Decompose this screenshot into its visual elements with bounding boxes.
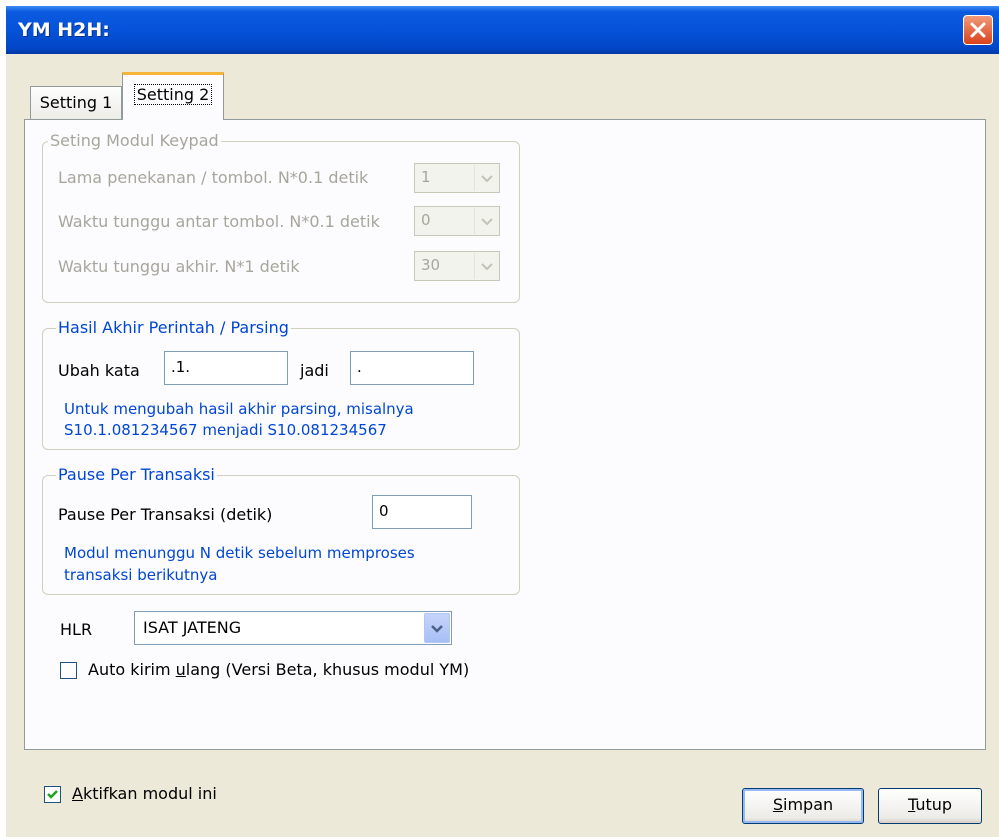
pause-label: Pause Per Transaksi (detik) — [58, 505, 273, 524]
pause-hint-line2: transaksi berikutnya — [64, 566, 218, 584]
auto-resend-label[interactable]: Auto kirim ulang (Versi Beta, khusus mod… — [88, 660, 469, 679]
final-wait-label: Waktu tunggu akhir. N*1 detik — [58, 257, 300, 276]
final-wait-value: 30 — [421, 256, 441, 274]
between-wait-select[interactable]: 0 — [414, 206, 500, 236]
parsing-group-legend: Hasil Akhir Perintah / Parsing — [56, 318, 291, 337]
save-button-accel: S — [772, 795, 783, 814]
save-button[interactable]: Simpan — [742, 788, 864, 824]
between-wait-dropdown-button[interactable] — [474, 208, 498, 234]
close-button-label: utup — [915, 795, 953, 814]
auto-resend-label-accel: u — [175, 660, 186, 679]
activate-module-label[interactable]: Aktifkan modul ini — [72, 784, 217, 803]
activate-label-accel: A — [72, 784, 83, 803]
press-duration-dropdown-button[interactable] — [474, 165, 498, 191]
final-wait-dropdown-button[interactable] — [474, 253, 498, 279]
auto-resend-checkbox[interactable] — [60, 662, 77, 679]
checkmark-icon — [47, 790, 58, 799]
auto-resend-label-post: lang (Versi Beta, khusus modul YM) — [185, 660, 470, 679]
chevron-down-icon — [481, 263, 493, 271]
title-bar[interactable]: YM H2H: — [6, 6, 999, 54]
between-wait-label: Waktu tunggu antar tombol. N*0.1 detik — [58, 212, 380, 231]
change-to-input[interactable]: . — [350, 351, 474, 385]
press-duration-label: Lama penekanan / tombol. N*0.1 detik — [58, 168, 369, 187]
press-duration-value: 1 — [421, 168, 431, 186]
tab-setting-2-label: Setting 2 — [133, 84, 213, 105]
final-wait-select[interactable]: 30 — [414, 251, 500, 281]
chevron-down-icon — [481, 175, 493, 183]
activate-label-post: ktifkan modul ini — [82, 784, 217, 803]
pause-input[interactable]: 0 — [372, 495, 472, 529]
parsing-hint-line2: S10.1.081234567 menjadi S10.081234567 — [64, 421, 387, 439]
save-button-label: impan — [783, 795, 834, 814]
pause-group-legend: Pause Per Transaksi — [56, 465, 217, 484]
chevron-down-icon — [431, 625, 443, 633]
hlr-dropdown-button[interactable] — [424, 613, 450, 643]
between-wait-value: 0 — [421, 211, 431, 229]
keypad-group-legend: Seting Modul Keypad — [48, 131, 221, 150]
hlr-label: HLR — [60, 620, 93, 639]
window-title: YM H2H: — [18, 19, 110, 41]
close-icon — [970, 22, 986, 38]
parsing-hint-line1: Untuk mengubah hasil akhir parsing, misa… — [64, 400, 414, 418]
auto-resend-label-pre: Auto kirim — [88, 660, 176, 679]
activate-module-checkbox[interactable] — [44, 786, 61, 803]
press-duration-select[interactable]: 1 — [414, 163, 500, 193]
chevron-down-icon — [481, 218, 493, 226]
tab-setting-1[interactable]: Setting 1 — [30, 86, 122, 120]
hlr-select[interactable]: ISAT JATENG — [134, 611, 452, 645]
tab-setting-2[interactable]: Setting 2 — [122, 72, 224, 120]
tab-setting-1-label: Setting 1 — [39, 93, 113, 112]
hlr-value: ISAT JATENG — [143, 618, 242, 637]
pause-hint-line1: Modul menunggu N detik sebelum memproses — [64, 544, 415, 562]
change-from-input[interactable]: .1. — [164, 351, 288, 385]
close-button[interactable] — [963, 15, 993, 45]
to-label: jadi — [300, 361, 329, 380]
change-word-label: Ubah kata — [58, 361, 140, 380]
close-dialog-button[interactable]: Tutup — [878, 788, 982, 824]
